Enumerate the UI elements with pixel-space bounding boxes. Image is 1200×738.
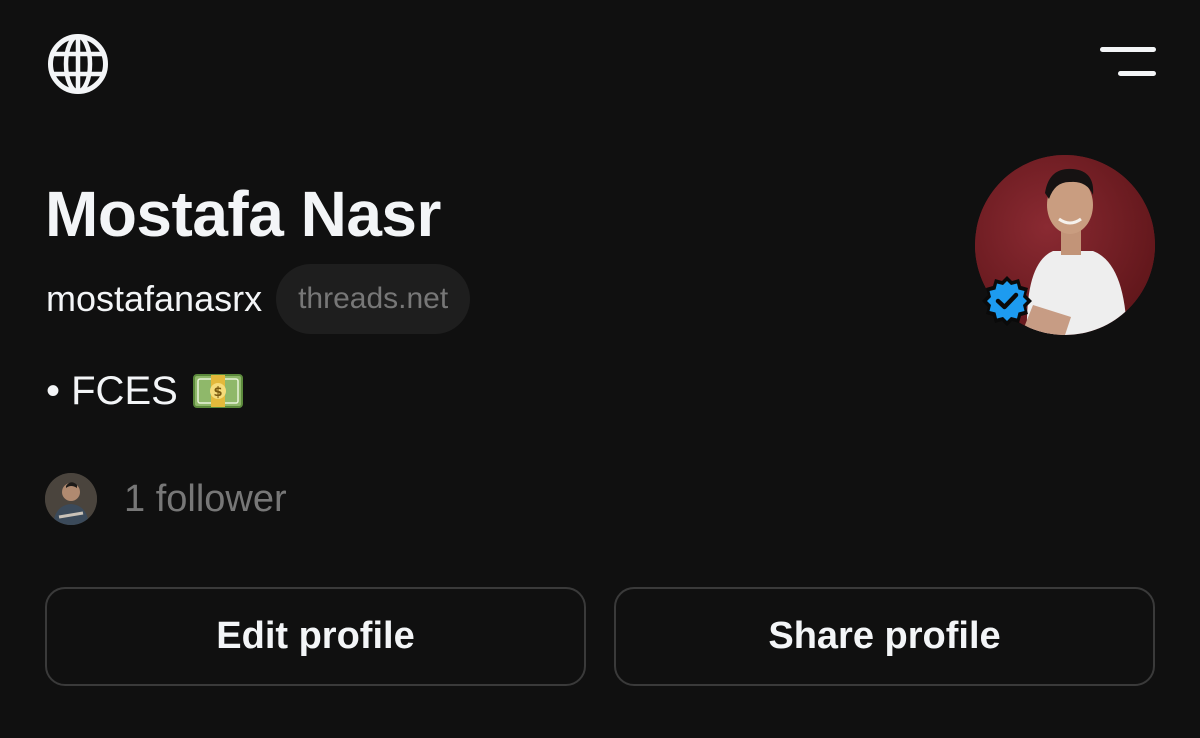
- menu-button[interactable]: [1092, 40, 1162, 86]
- money-bag-emoji-icon: $: [192, 374, 243, 408]
- hamburger-menu-icon-bar: [1118, 71, 1156, 76]
- edit-profile-button[interactable]: Edit profile: [45, 587, 586, 686]
- profile-bio: • FCES $: [46, 366, 244, 416]
- threads-domain-badge[interactable]: threads.net: [276, 264, 471, 334]
- profile-username: mostafanasrx: [46, 278, 263, 319]
- username-row: mostafanasrx threads.net: [46, 264, 471, 334]
- followers-link[interactable]: 1 follower: [45, 472, 287, 526]
- hamburger-menu-icon: [1100, 47, 1156, 52]
- globe-button[interactable]: [44, 30, 112, 98]
- profile-display-name: Mostafa Nasr: [45, 178, 441, 250]
- globe-icon: [48, 34, 108, 94]
- follower-avatar: [45, 473, 97, 525]
- bio-text: • FCES: [46, 369, 178, 413]
- verified-badge-icon: [982, 276, 1032, 326]
- profile-avatar-container[interactable]: [975, 155, 1157, 337]
- profile-page: Mostafa Nasr mostafanasrx threads.net • …: [0, 0, 1200, 738]
- svg-text:$: $: [213, 385, 222, 400]
- share-profile-button[interactable]: Share profile: [614, 587, 1155, 686]
- followers-count: 1 follower: [124, 477, 287, 520]
